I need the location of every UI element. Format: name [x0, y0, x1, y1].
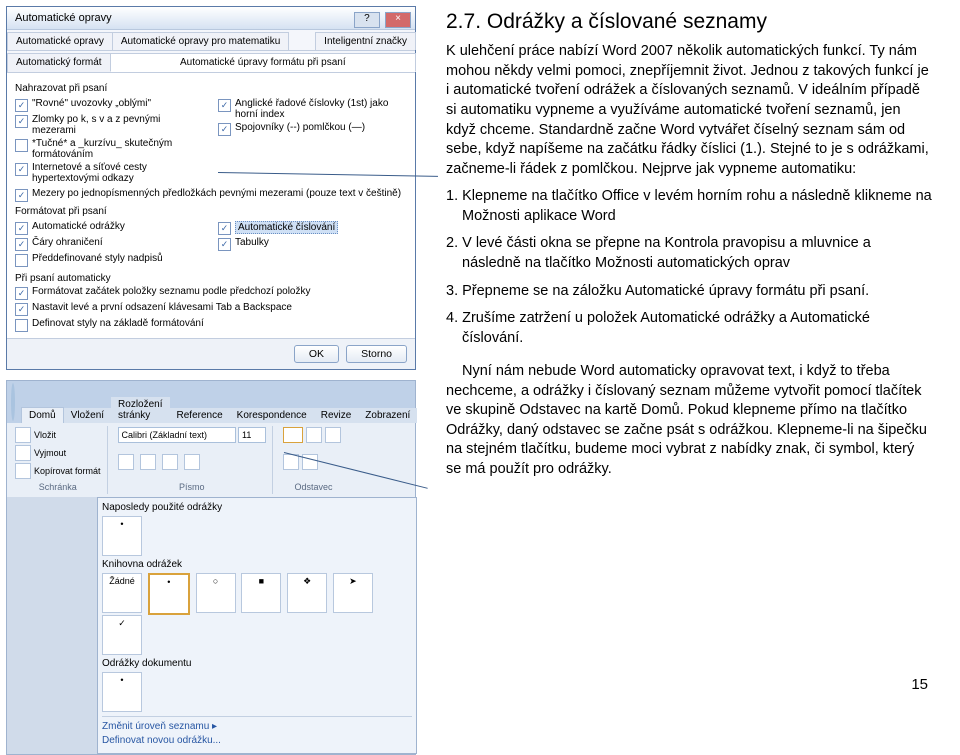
step-4: 4. Zrušíme zatržení u položek Automatick… — [446, 309, 932, 348]
bullets-dropdown: Naposledy použité odrážky • Knihovna odr… — [97, 497, 417, 754]
recent-bullets-label: Naposledy použité odrážky — [102, 502, 412, 513]
brush-icon — [15, 463, 31, 479]
tab-smart-tags[interactable]: Inteligentní značky — [315, 32, 416, 50]
paste-icon — [15, 427, 31, 443]
chk-hyphens[interactable]: ✓Spojovníky (--) pomlčkou (—) — [218, 122, 407, 136]
section-auto: Při psaní automaticky — [15, 273, 407, 284]
font-group-label: Písmo — [118, 482, 267, 492]
bold-icon[interactable] — [118, 454, 134, 470]
office-button[interactable] — [11, 383, 15, 421]
bullet-dot[interactable]: • — [148, 573, 190, 615]
step-2: 2. V levé části okna se přepne na Kontro… — [446, 234, 932, 273]
chk-internet[interactable]: ✓Internetové a síťové cesty hypertextový… — [15, 162, 204, 184]
font-select[interactable]: Calibri (Základní text) — [118, 427, 236, 443]
section-format: Formátovat při psaní — [15, 206, 407, 217]
closing-paragraph: Nyní nám nebude Word automaticky opravov… — [446, 362, 932, 479]
define-new-bullet-link[interactable]: Definovat novou odrážku... — [102, 735, 412, 746]
tab-math[interactable]: Automatické opravy pro matematiku — [112, 32, 290, 50]
size-select[interactable]: 11 — [238, 427, 266, 443]
chk-nbsp[interactable]: ✓Mezery po jednopísmenných předložkách p… — [15, 188, 407, 202]
chk-auto-bullets[interactable]: ✓Automatické odrážky — [15, 221, 204, 235]
chk-predef-styles[interactable]: Předdefinované styly nadpisů — [15, 253, 204, 267]
bullet-arrow[interactable]: ➤ — [333, 573, 373, 613]
tab-home[interactable]: Domů — [21, 407, 64, 423]
dialog-title: Automatické opravy — [15, 7, 112, 29]
chk-fractions[interactable]: ✓Zlomky po k, s v a z pevnými mezerami — [15, 114, 204, 136]
cut-button[interactable]: Vyjmout — [15, 445, 101, 461]
change-level-link[interactable]: Změnit úroveň seznamu ▸ — [102, 721, 412, 732]
copy-format-button[interactable]: Kopírovat formát — [15, 463, 101, 479]
chk-tables[interactable]: ✓Tabulky — [218, 237, 407, 251]
bullet-circle[interactable]: ○ — [196, 573, 236, 613]
paste-button[interactable]: Vložit — [15, 427, 101, 443]
chk-define-styles[interactable]: Definovat styly na základě formátování — [15, 318, 407, 332]
chk-border-lines[interactable]: ✓Čáry ohraničení — [15, 237, 204, 251]
bullets-button[interactable] — [283, 427, 303, 443]
strike-icon[interactable] — [184, 454, 200, 470]
chk-format-start[interactable]: ✓Formátovat začátek položky seznamu podl… — [15, 286, 407, 300]
bullet-doc-1[interactable]: • — [102, 672, 142, 712]
cancel-button[interactable]: Storno — [346, 345, 407, 363]
page-number: 15 — [911, 676, 928, 693]
tab-mail[interactable]: Korespondence — [230, 408, 314, 423]
italic-icon[interactable] — [140, 454, 156, 470]
bullet-4dots[interactable]: ❖ — [287, 573, 327, 613]
word-ribbon: Domů Vložení Rozložení stránky Reference… — [6, 380, 416, 755]
step-1: 1. Klepneme na tlačítko Office v levém h… — [446, 187, 932, 226]
tab-review[interactable]: Revize — [314, 408, 359, 423]
tab-autocorrect[interactable]: Automatické opravy — [7, 32, 113, 50]
tab-layout[interactable]: Rozložení stránky — [111, 397, 169, 423]
ok-button[interactable]: OK — [294, 345, 339, 363]
chk-bold-italic[interactable]: *Tučné* a _kurzívu_ skutečným formátován… — [15, 138, 204, 160]
numbering-button[interactable] — [306, 427, 322, 443]
chk-auto-numbering[interactable]: ✓Automatické číslování — [218, 221, 407, 235]
autocorrect-dialog: Automatické opravy ? × Automatické oprav… — [6, 6, 416, 370]
tab-insert[interactable]: Vložení — [64, 408, 111, 423]
tab-references[interactable]: Reference — [170, 408, 230, 423]
chk-quotes[interactable]: ✓"Rovné" uvozovky „oblými" — [15, 98, 204, 112]
tab-autoformat-typing[interactable]: Automatické úpravy formátu při psaní — [110, 53, 416, 72]
tab-view[interactable]: Zobrazení — [358, 408, 417, 423]
help-button[interactable]: ? — [354, 12, 380, 28]
clipboard-group-label: Schránka — [15, 482, 101, 492]
multilevel-button[interactable] — [325, 427, 341, 443]
bullet-square[interactable]: ■ — [241, 573, 281, 613]
step-3: 3. Přepneme se na záložku Automatické úp… — [446, 282, 932, 302]
chk-ordinals[interactable]: ✓Anglické řadové číslovky (1st) jako hor… — [218, 98, 407, 120]
tab-autoformat[interactable]: Automatický formát — [7, 53, 111, 72]
cut-icon — [15, 445, 31, 461]
bullet-check[interactable]: ✓ — [102, 615, 142, 655]
paragraph-group-label: Odstavec — [283, 482, 344, 492]
intro-paragraph: K ulehčení práce nabízí Word 2007 několi… — [446, 42, 932, 179]
window-buttons: ? × — [352, 7, 411, 29]
bullet-recent-1[interactable]: • — [102, 516, 142, 556]
chk-tab-indent[interactable]: ✓Nastavit levé a první odsazení klávesam… — [15, 302, 407, 316]
underline-icon[interactable] — [162, 454, 178, 470]
doc-bullets-label: Odrážky dokumentu — [102, 658, 412, 669]
bullet-library-label: Knihovna odrážek — [102, 559, 412, 570]
heading: 2.7. Odrážky a číslované seznamy — [446, 8, 932, 36]
dialog-titlebar: Automatické opravy ? × — [7, 7, 415, 30]
close-icon[interactable]: × — [385, 12, 411, 28]
bullet-none[interactable]: Žádné — [102, 573, 142, 613]
section-replace: Nahrazovat při psaní — [15, 83, 407, 94]
